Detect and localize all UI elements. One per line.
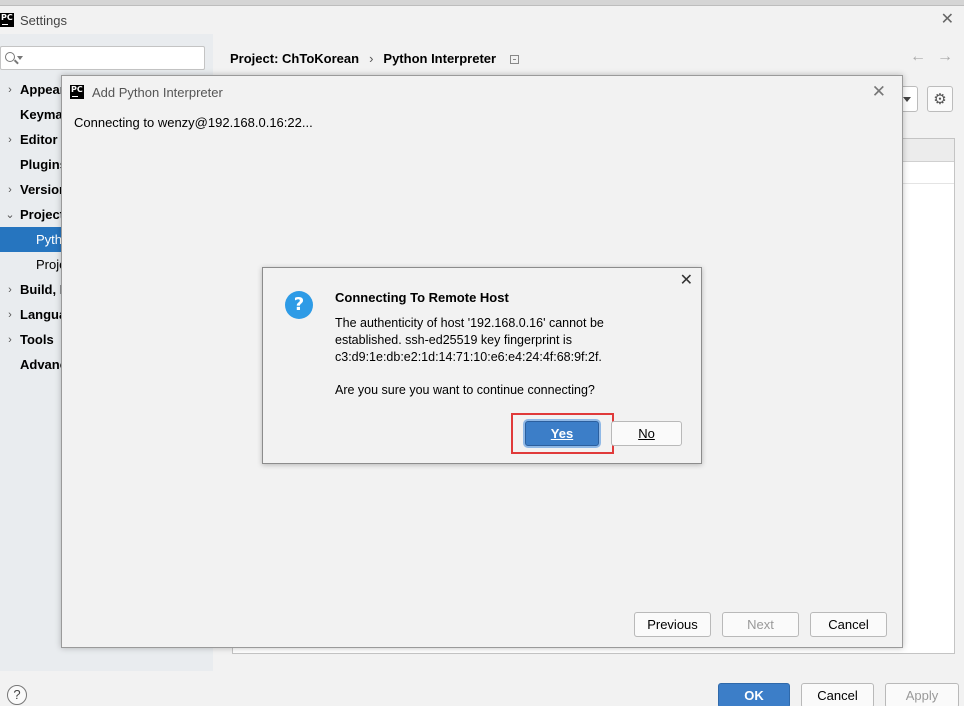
pycharm-logo-icon: PC <box>70 85 84 99</box>
ok-button[interactable]: OK <box>718 683 790 706</box>
yes-button[interactable]: Yes <box>525 421 599 446</box>
message-line: The authenticity of host '192.168.0.16' … <box>335 316 604 330</box>
settings-window-title: Settings <box>20 12 67 28</box>
arrow-left-icon[interactable]: ← <box>910 48 926 66</box>
chevron-right-icon: › <box>8 308 12 321</box>
chevron-down-icon[interactable] <box>17 56 23 60</box>
chevron-right-icon: › <box>8 183 12 196</box>
gear-icon[interactable]: ⚙ <box>927 86 953 112</box>
confirm-dialog-title: Connecting To Remote Host <box>335 290 509 305</box>
arrow-right-icon[interactable]: → <box>937 48 953 66</box>
chevron-right-icon: › <box>8 283 12 296</box>
project-scope-icon <box>510 54 520 64</box>
sidebar-item-label: Langua <box>20 307 67 322</box>
sidebar-item-label: Advanc <box>20 357 67 372</box>
connecting-remote-host-dialog: ✕ ? Connecting To Remote Host The authen… <box>262 267 702 464</box>
apply-button[interactable]: Apply <box>885 683 959 706</box>
settings-titlebar: PC Settings ✕ <box>0 6 964 34</box>
close-icon[interactable]: ✕ <box>872 83 886 100</box>
dialog-title: Add Python Interpreter <box>92 84 223 100</box>
connection-status-text: Connecting to wenzy@192.168.0.16:22... <box>74 115 313 130</box>
dialog-cancel-button[interactable]: Cancel <box>810 612 887 637</box>
no-button[interactable]: No <box>611 421 682 446</box>
sidebar-item-label: Version <box>20 182 67 197</box>
sidebar-item-label: Tools <box>20 332 54 347</box>
sidebar-item-label: Plugins <box>20 157 67 172</box>
message-line: established. ssh-ed25519 key fingerprint… <box>335 333 572 347</box>
breadcrumb-separator: › <box>369 50 374 66</box>
chevron-down-icon: ⌄ <box>5 209 15 221</box>
previous-button[interactable]: Previous <box>634 612 711 637</box>
next-button[interactable]: Next <box>722 612 799 637</box>
chevron-right-icon: › <box>8 333 12 346</box>
dialog-titlebar: PC Add Python Interpreter ✕ <box>62 76 902 108</box>
help-button[interactable]: ? <box>7 685 27 705</box>
confirm-dialog-message: The authenticity of host '192.168.0.16' … <box>335 315 675 366</box>
search-icon <box>5 52 15 62</box>
cancel-button[interactable]: Cancel <box>801 683 874 706</box>
pycharm-logo-icon: PC <box>0 13 14 27</box>
sidebar-item-label: Keyma <box>20 107 63 122</box>
message-line: c3:d9:1e:db:e2:1d:14:71:10:e6:e4:24:4f:6… <box>335 350 602 364</box>
sidebar-item-label: Project <box>20 207 65 222</box>
chevron-right-icon: › <box>8 133 12 146</box>
settings-search-input[interactable] <box>0 46 205 70</box>
breadcrumb-page: Python Interpreter <box>383 50 497 66</box>
breadcrumb: Project: ChToKorean › Python Interpreter <box>230 48 520 68</box>
close-icon[interactable]: ✕ <box>680 273 693 289</box>
sidebar-item-label: Appear <box>20 82 65 97</box>
confirm-dialog-question: Are you sure you want to continue connec… <box>335 383 595 397</box>
close-icon[interactable]: ✕ <box>941 12 954 28</box>
question-icon: ? <box>285 291 313 319</box>
sidebar-item-label: Editor <box>20 132 58 147</box>
chevron-right-icon: › <box>8 83 12 96</box>
breadcrumb-project: Project: ChToKorean <box>230 50 360 66</box>
